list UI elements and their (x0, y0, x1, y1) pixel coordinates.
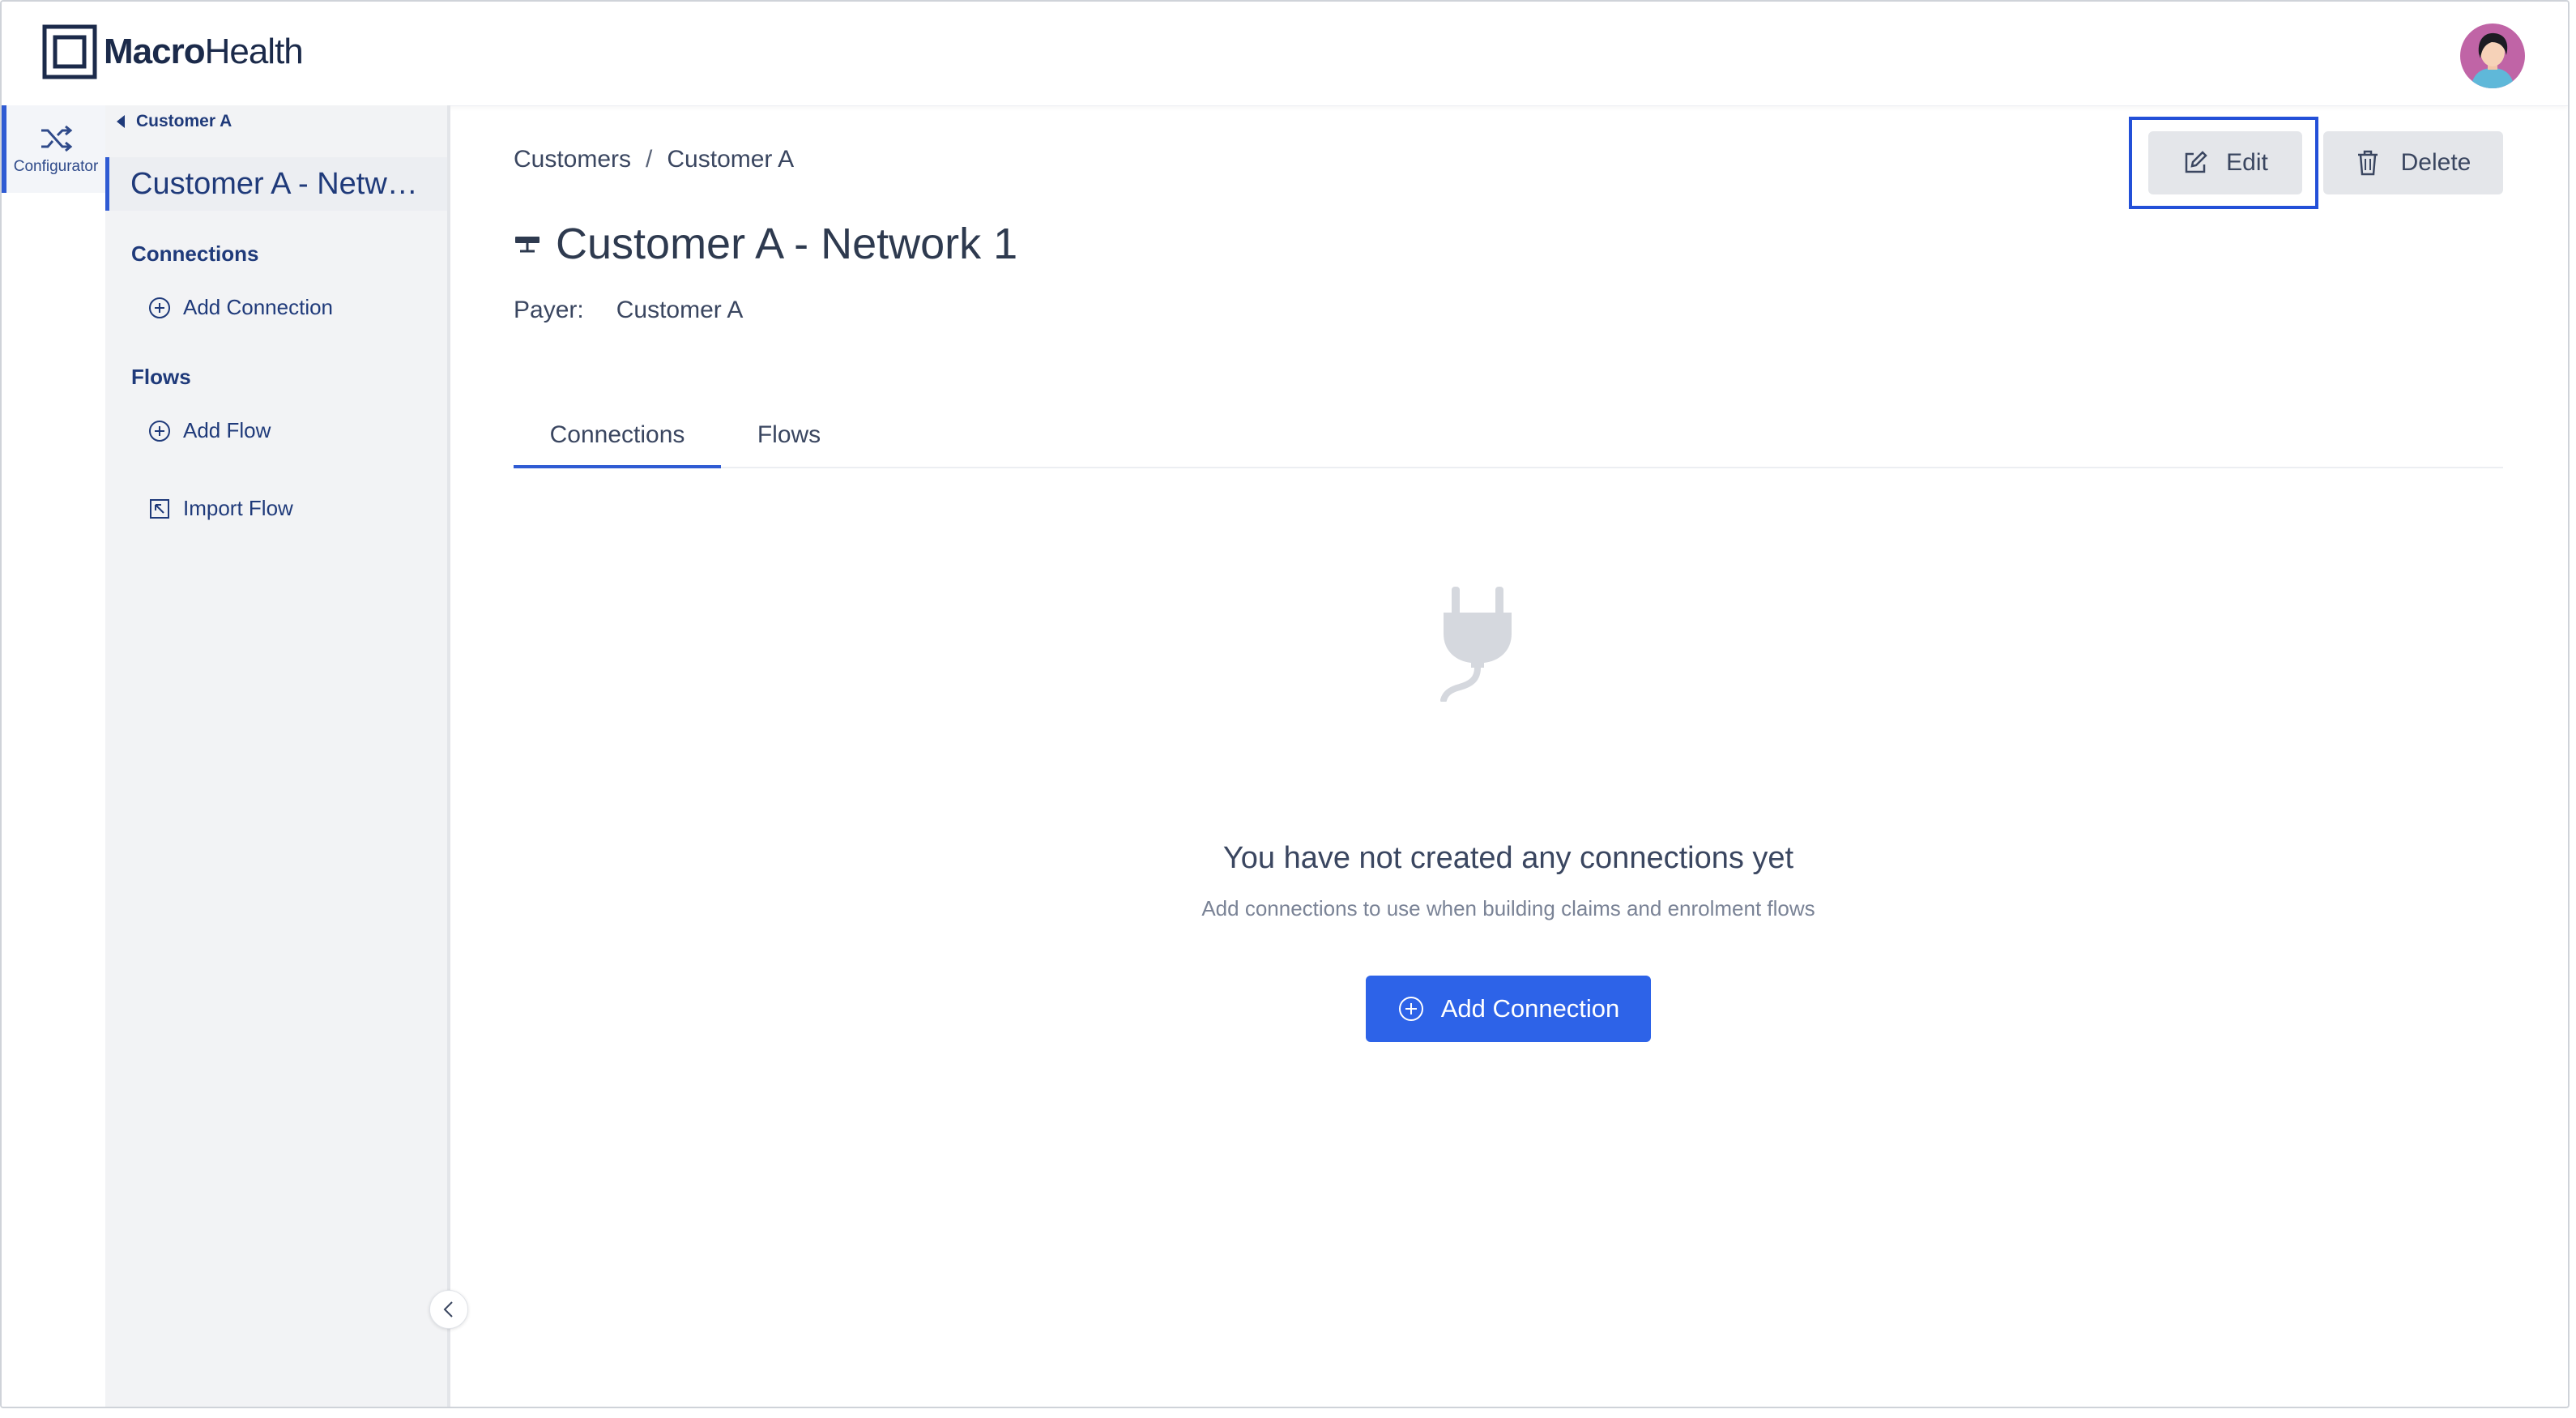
logo-mark-icon (42, 24, 97, 79)
app-logo[interactable]: MacroHealth (42, 24, 304, 79)
nav-rail: Configurator (2, 105, 106, 1407)
delete-button[interactable]: Delete (2323, 131, 2503, 194)
tab-connections[interactable]: Connections (514, 421, 721, 468)
breadcrumb-customers[interactable]: Customers (514, 146, 631, 173)
sidebar-section-connections: Connections (131, 241, 259, 266)
logo-text: MacroHealth (104, 32, 304, 71)
trash-icon (2357, 150, 2378, 176)
page-title: Customer A - Network 1 (556, 220, 1018, 268)
edit-button[interactable]: Edit (2148, 131, 2302, 194)
network-icon (515, 237, 540, 253)
rail-item-configurator[interactable]: Configurator (2, 105, 105, 193)
plus-circle-icon (1398, 997, 1423, 1021)
pencil-square-icon (2185, 151, 2207, 173)
shuffle-icon (41, 125, 73, 152)
delete-button-label: Delete (2400, 149, 2472, 176)
top-bar: MacroHealth (2, 2, 2568, 106)
import-flow-label: Import Flow (183, 496, 293, 520)
sidebar-add-connection[interactable]: Add Connection (147, 295, 333, 320)
tab-flows[interactable]: Flows (721, 421, 857, 465)
rail-label-configurator: Configurator (13, 158, 99, 175)
user-avatar[interactable] (2459, 23, 2526, 89)
current-network-label: Customer A - Network 1 (130, 166, 430, 201)
plus-circle-icon (149, 420, 170, 442)
add-flow-label: Add Flow (183, 418, 271, 442)
tab-connections-label: Connections (549, 421, 685, 448)
empty-state-subtitle: Add connections to use when building cla… (1201, 896, 1815, 920)
edit-button-label: Edit (2226, 149, 2268, 176)
sidebar-add-flow[interactable]: Add Flow (147, 418, 271, 443)
add-connection-label: Add Connection (183, 295, 334, 319)
payer-label: Payer: (514, 297, 584, 323)
sidebar-section-flows: Flows (131, 365, 191, 389)
breadcrumb: Customers / Customer A (514, 146, 794, 173)
plus-circle-icon (149, 297, 170, 318)
breadcrumb-separator: / (646, 146, 653, 173)
breadcrumb-customer-a[interactable]: Customer A (667, 146, 794, 173)
back-to-customer-link[interactable]: Customer A (115, 112, 232, 131)
sidebar-current-network[interactable]: Customer A - Network 1 (105, 157, 447, 211)
add-connection-button-label: Add Connection (1440, 994, 1620, 1023)
sidebar: Customer A Customer A - Network 1 Connec… (105, 105, 468, 1407)
tab-flows-label: Flows (757, 421, 821, 448)
tab-bar: Connections Flows (514, 421, 2503, 468)
import-icon (150, 498, 169, 519)
main-content: Customers / Customer A Customer A - Netw… (450, 105, 2568, 1407)
caret-left-icon (117, 115, 125, 128)
payer-value: Customer A (616, 297, 744, 323)
payer-info: Payer: Customer A (514, 297, 743, 324)
add-connection-button[interactable]: Add Connection (1366, 976, 1651, 1042)
back-link-label: Customer A (136, 112, 232, 130)
page-header: Customer A - Network 1 (514, 219, 1017, 269)
plug-icon (1440, 587, 1512, 702)
sidebar-import-flow[interactable]: Import Flow (147, 496, 293, 521)
app-window: MacroHealth Configurator Customer A Cust… (0, 0, 2570, 1408)
empty-state-title: You have not created any connections yet (1222, 841, 1794, 875)
